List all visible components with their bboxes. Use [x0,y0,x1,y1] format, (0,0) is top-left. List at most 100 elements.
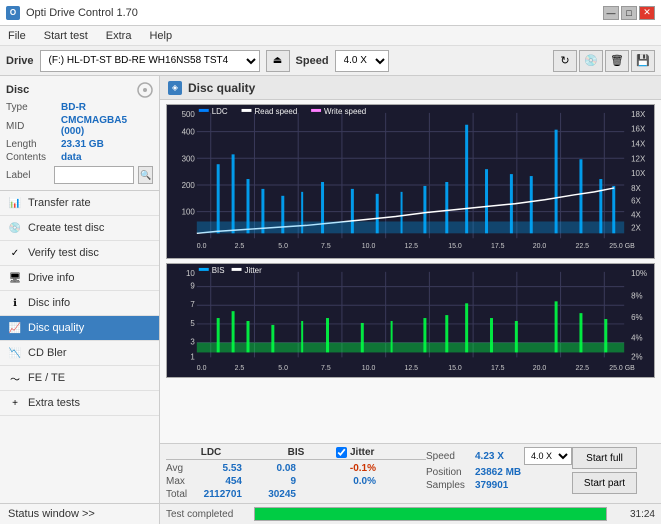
drive-select[interactable]: (F:) HL-DT-ST BD-RE WH16NS58 TST4 [40,50,260,72]
charts-area: 500 400 300 200 100 18X 16X 14X 12X 10X … [160,100,661,443]
nav-label-create-test-disc: Create test disc [28,222,104,234]
statusbar[interactable]: Status window >> [0,503,159,524]
nav-item-disc-info[interactable]: ℹ Disc info [0,291,159,316]
svg-text:22.5: 22.5 [575,365,589,372]
bis-avg-value: 0.08 [256,463,296,474]
speed-pos-area: Speed 4.23 X 4.0 X Position 23862 MB Sam… [426,447,572,491]
bis-avg-row: 0.08 [256,463,336,474]
svg-text:1: 1 [190,352,194,361]
menu-start-test[interactable]: Start test [40,29,92,43]
toolbar-disc-button[interactable]: 💿 [579,50,603,72]
svg-text:10X: 10X [631,169,646,178]
svg-text:18X: 18X [631,110,646,119]
toolbar-refresh-button[interactable]: ↻ [553,50,577,72]
nav-item-fe-te[interactable]: 〜 FE / TE [0,366,159,391]
menu-extra[interactable]: Extra [102,29,136,43]
svg-text:100: 100 [182,208,196,217]
disc-label-button[interactable]: 🔍 [138,166,153,184]
toolbar-save-button[interactable]: 💾 [631,50,655,72]
max-label: Max [166,476,198,487]
nav-item-verify-test-disc[interactable]: ✓ Verify test disc [0,241,159,266]
app-title: Opti Drive Control 1.70 [26,7,138,19]
menu-help[interactable]: Help [145,29,176,43]
svg-text:15.0: 15.0 [448,365,462,372]
svg-text:10%: 10% [631,269,647,278]
stats-bar: LDC Avg 5.53 Max 454 Total 2112701 BIS 0… [160,443,661,503]
ldc-max-value: 454 [202,476,242,487]
svg-text:2X: 2X [631,223,641,232]
nav-item-create-test-disc[interactable]: 💿 Create test disc [0,216,159,241]
speed-select-stats[interactable]: 4.0 X [524,447,572,465]
svg-text:12X: 12X [631,154,646,163]
jitter-checkbox[interactable] [336,447,347,458]
bis-total-row: 30245 [256,489,336,500]
sidebar: Disc Type BD-R MID CMCMAGBA5 (000) Lengt… [0,76,160,524]
speed-select[interactable]: 4.0 X [335,50,389,72]
stats-bis-col: BIS 0.08 9 30245 [256,447,336,500]
disc-panel-title: Disc [6,84,29,96]
disc-info-icon: ℹ [8,296,22,310]
svg-text:10.0: 10.0 [362,243,376,250]
content-area: ◈ Disc quality [160,76,661,524]
bis-header: BIS [256,447,336,460]
statusbar-item[interactable]: Status window >> [8,508,151,520]
ldc-avg-row: Avg 5.53 [166,463,256,474]
jitter-max-row: 0.0% [336,476,426,487]
nav-item-cd-bler[interactable]: 📉 CD Bler [0,341,159,366]
total-label: Total [166,489,198,500]
svg-text:0.0: 0.0 [197,365,207,372]
nav-item-disc-quality[interactable]: 📈 Disc quality [0,316,159,341]
minimize-button[interactable]: — [603,6,619,20]
nav-label-extra-tests: Extra tests [28,397,80,409]
svg-text:0.0: 0.0 [197,243,207,250]
disc-type-row: Type BD-R [6,102,153,113]
start-part-button[interactable]: Start part [572,472,637,494]
svg-text:300: 300 [182,154,196,163]
svg-text:16X: 16X [631,125,646,134]
svg-text:7.5: 7.5 [321,365,331,372]
svg-text:7: 7 [190,300,194,309]
nav-items: 📊 Transfer rate 💿 Create test disc ✓ Ver… [0,191,159,503]
svg-text:20.0: 20.0 [533,365,547,372]
svg-text:17.5: 17.5 [491,365,505,372]
nav-item-drive-info[interactable]: 🖥 Drive info [0,266,159,291]
speed-label: Speed [296,55,329,67]
nav-label-disc-info: Disc info [28,297,70,309]
nav-item-transfer-rate[interactable]: 📊 Transfer rate [0,191,159,216]
nav-item-extra-tests[interactable]: + Extra tests [0,391,159,416]
disc-length-value: 23.31 GB [61,139,104,150]
jitter-max-value: 0.0% [336,476,376,487]
menu-file[interactable]: File [4,29,30,43]
disc-label-input[interactable] [54,166,134,184]
start-full-button[interactable]: Start full [572,447,637,469]
window-controls[interactable]: — □ ✕ [603,6,655,20]
svg-text:4%: 4% [631,334,642,343]
close-button[interactable]: ✕ [639,6,655,20]
app-icon: O [6,6,20,20]
svg-text:25.0 GB: 25.0 GB [609,243,635,250]
eject-button[interactable]: ⏏ [266,50,290,72]
statusbar-label: Status window >> [8,508,95,520]
speed-row: Speed 4.23 X 4.0 X [426,447,572,465]
disc-mid-label: MID [6,121,61,132]
nav-label-transfer-rate: Transfer rate [28,197,91,209]
svg-text:7.5: 7.5 [321,243,331,250]
svg-text:2.5: 2.5 [235,243,245,250]
toolbar-erase-button[interactable]: 🗑 [605,50,629,72]
content-header: ◈ Disc quality [160,76,661,100]
maximize-button[interactable]: □ [621,6,637,20]
svg-text:Read speed: Read speed [254,107,297,116]
disc-panel-header: Disc [6,82,153,98]
jitter-header: Jitter [336,447,426,460]
svg-text:14X: 14X [631,139,646,148]
disc-panel: Disc Type BD-R MID CMCMAGBA5 (000) Lengt… [0,76,159,191]
menubar: File Start test Extra Help [0,26,661,46]
svg-text:2%: 2% [631,352,642,361]
nav-label-verify-test-disc: Verify test disc [28,247,99,259]
progress-status: Test completed [166,509,246,520]
progress-bar-inner [255,508,606,520]
ldc-avg-value: 5.53 [202,463,242,474]
svg-text:6X: 6X [631,197,641,206]
ldc-total-row: Total 2112701 [166,489,256,500]
drive-info-icon: 🖥 [8,271,22,285]
